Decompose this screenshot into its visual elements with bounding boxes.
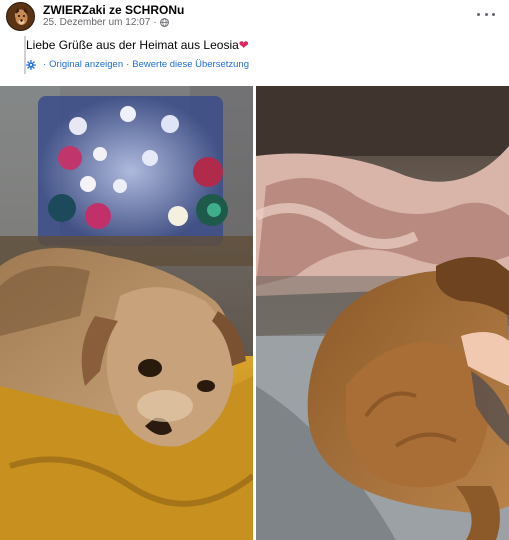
post-meta: 25. Dezember um 12:07 · xyxy=(43,17,169,28)
photo-grid xyxy=(0,86,509,540)
translation-bar: · Original anzeigen · Bewerte diese Über… xyxy=(26,59,249,70)
photo-left[interactable] xyxy=(0,86,253,540)
post-timestamp[interactable]: 25. Dezember um 12:07 xyxy=(43,17,150,28)
translation-leading-separator: · xyxy=(43,59,47,70)
dog-photo-2 xyxy=(256,86,509,540)
globe-icon xyxy=(159,18,169,27)
translation-separator: · xyxy=(126,59,130,70)
dog-avatar-icon xyxy=(15,7,28,25)
more-options-icon[interactable] xyxy=(477,8,495,20)
show-original-link[interactable]: Original anzeigen xyxy=(49,59,123,70)
author-name[interactable]: ZWIERZaki ze SCHRONu xyxy=(43,3,184,17)
translate-gear-icon xyxy=(26,59,36,70)
meta-separator: · xyxy=(153,17,157,28)
heart-emoji-icon: ❤ xyxy=(238,38,249,52)
dog-photo-1 xyxy=(0,86,253,540)
author-avatar[interactable] xyxy=(6,2,35,31)
post-header: ZWIERZaki ze SCHRONu 25. Dezember um 12:… xyxy=(0,0,509,34)
post-text: Liebe Grüße aus der Heimat aus Leosia❤ xyxy=(26,38,249,52)
rate-translation-link[interactable]: Bewerte diese Übersetzung xyxy=(132,59,249,70)
photo-right[interactable] xyxy=(256,86,509,540)
post-message: Liebe Grüße aus der Heimat aus Leosia xyxy=(26,38,239,52)
